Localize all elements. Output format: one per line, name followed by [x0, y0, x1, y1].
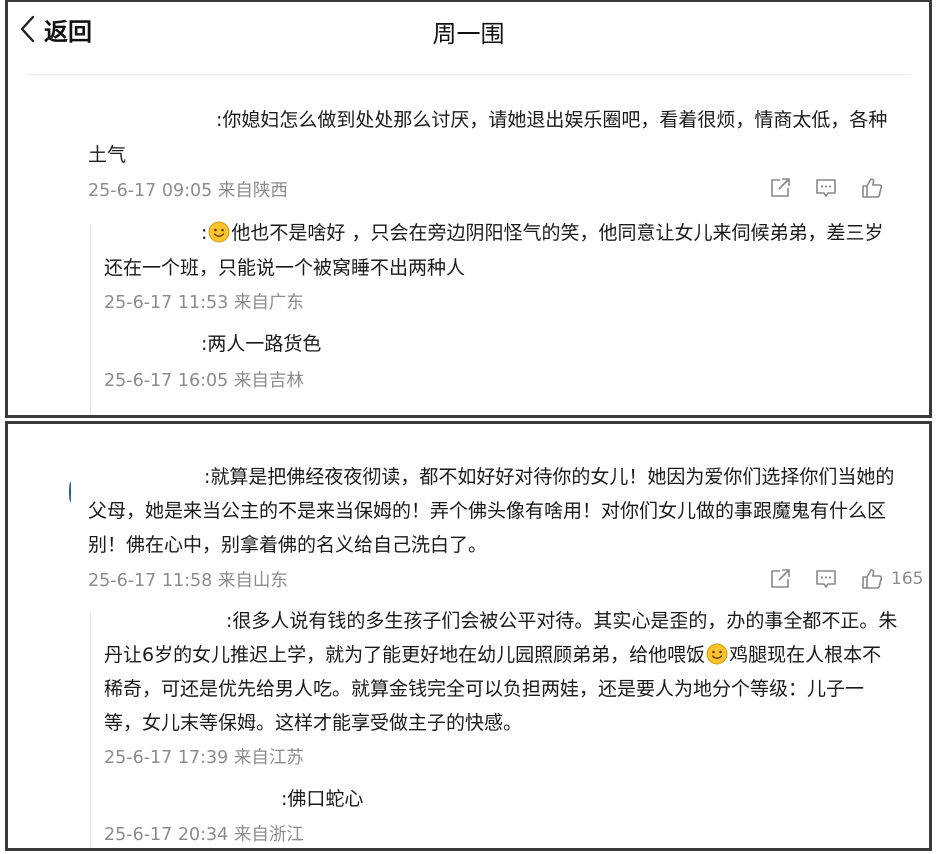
- share-icon: [771, 178, 790, 197]
- share-icon: [771, 569, 790, 588]
- smile-emoji-icon: [706, 643, 728, 665]
- comment-text-cont: 父母，她是来当公主的不是来当保姆的！弄个佛头像有啥用！对你们女儿做的事跟魔鬼有什…: [88, 500, 887, 522]
- comment-button[interactable]: [814, 176, 838, 200]
- comment-meta: 25-6-17 09:05 来自陕西: [88, 181, 288, 201]
- page-title: 周一围: [432, 20, 505, 48]
- reply-text: : 他也不是啥好 ，只会在旁边阴阳怪气的笑，他同意让女儿来伺候弟弟，差三岁: [201, 221, 884, 244]
- reply-text-cont: 还在一个班，只能说一个被窝睡不出两种人: [104, 257, 466, 279]
- comment-text-cont: 别！佛在心中，别拿着佛的名义给自己洗白了。: [88, 534, 488, 556]
- comment-panel-1: 返回 周一围 :你媳妇怎么做到处处那么讨厌，请她退出娱乐圈吧，看着很烦，情商太低…: [5, 0, 932, 418]
- comment-meta: 25-6-17 11:58 来自山东: [88, 571, 288, 591]
- thumbs-up-icon: [862, 178, 883, 198]
- reply-meta: 25-6-17 16:05 来自吉林: [104, 371, 304, 391]
- comment-text: :就算是把佛经夜夜彻读，都不如好好对待你的女儿！她因为爱你们选择你们当她的: [204, 466, 895, 488]
- reply-text: :佛口蛇心: [281, 788, 364, 810]
- reply-meta: 25-6-17 20:34 来自浙江: [104, 825, 304, 845]
- reply-text: :很多人说有钱的多生孩子们会被公平对待。其实心是歪的，办的事全都不正。朱: [226, 610, 898, 632]
- reply-text-cont: 稀奇，可还是优先给男人吃。就算金钱完全可以负担两娃，还是要人为地分个等级：儿子一: [104, 678, 865, 700]
- comment-button[interactable]: [814, 567, 838, 591]
- like-count: 165: [891, 569, 924, 589]
- like-button[interactable]: [860, 176, 884, 200]
- comment-icon: [816, 179, 836, 197]
- comment-actions: 165: [768, 566, 923, 592]
- reply-text: :两人一路货色: [201, 333, 322, 355]
- comment-icon: [816, 570, 836, 588]
- reply-thread-line: [90, 612, 91, 848]
- reply-meta: 25-6-17 11:53 来自广东: [104, 293, 304, 313]
- comment-actions: [768, 175, 884, 201]
- avatar-edge: [69, 482, 72, 502]
- reply-meta: 25-6-17 17:39 来自江苏: [104, 748, 304, 768]
- comment-text-cont: 土气: [88, 144, 127, 166]
- like-button[interactable]: 165: [860, 567, 923, 591]
- thumbs-up-icon: [862, 569, 883, 589]
- share-button[interactable]: [768, 176, 792, 200]
- smile-emoji-icon: [208, 221, 230, 243]
- share-button[interactable]: [768, 567, 792, 591]
- reply-thread-line: [90, 224, 91, 414]
- divider: [26, 74, 911, 75]
- comment-panel-2: :就算是把佛经夜夜彻读，都不如好好对待你的女儿！她因为爱你们选择你们当她的 父母…: [5, 421, 932, 851]
- reply-text-cont: 等，女儿末等保姆。这样才能享受做主子的快感。: [104, 712, 523, 734]
- comment-text: :你媳妇怎么做到处处那么讨厌，请她退出娱乐圈吧，看着很烦，情商太低，各种: [216, 109, 888, 131]
- reply-text-cont: 丹让6岁的女儿推迟上学，就为了能更好地在幼儿园照顾弟弟，给他喂饭 鸡腿现在人根本不: [104, 643, 882, 666]
- nav-bar: 返回 周一围: [8, 2, 929, 58]
